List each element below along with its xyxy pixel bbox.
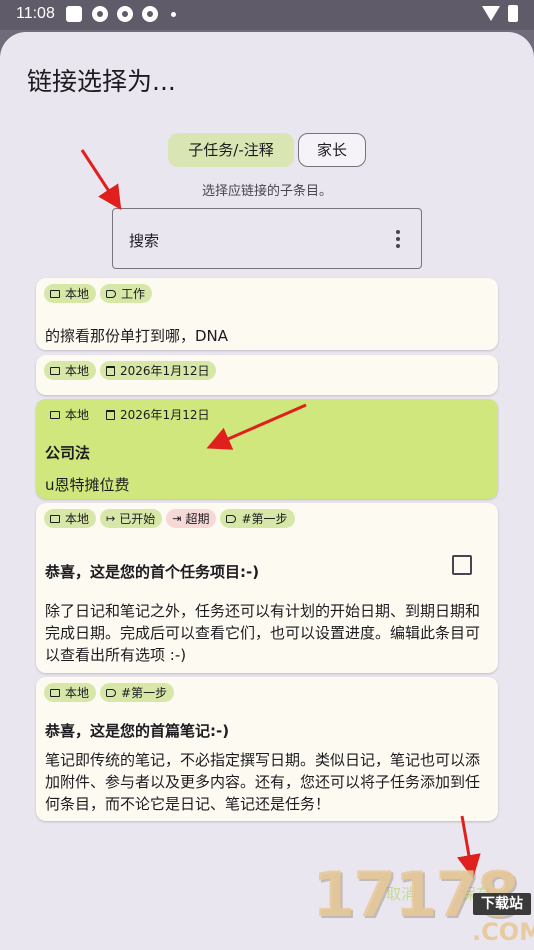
annotation-arrow: [206, 403, 307, 450]
watermark-tag: 下载站: [473, 893, 531, 915]
annotation-arrows: [80, 149, 481, 879]
annotation-arrow: [80, 149, 122, 211]
watermark-suffix: .COM: [472, 918, 534, 946]
